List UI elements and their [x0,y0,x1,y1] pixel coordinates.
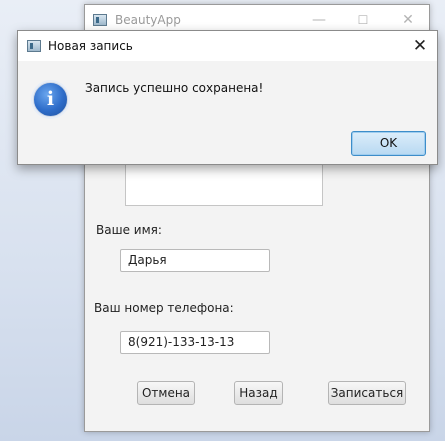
information-icon: i [33,82,68,117]
close-icon[interactable]: ✕ [398,11,418,29]
cancel-button[interactable]: Отмена [137,381,195,405]
dialog-close-icon[interactable]: ✕ [409,35,431,57]
minimize-icon[interactable]: — [309,11,329,29]
back-button[interactable]: Назад [234,381,283,405]
dialog-title: Новая запись [48,39,133,53]
name-input[interactable]: Дарья [120,249,270,272]
info-dialog: Новая запись ✕ i Запись успешно сохранен… [17,30,438,165]
dialog-message: Запись успешно сохранена! [85,81,264,95]
dialog-titlebar[interactable]: Новая запись ✕ [18,31,437,61]
dialog-window-icon [27,40,41,52]
comment-textarea[interactable] [125,163,323,206]
main-window-title: BeautyApp [115,13,181,27]
ok-button[interactable]: OK [351,131,426,156]
submit-button[interactable]: Записаться [328,381,406,405]
phone-label: Ваш номер телефона: [94,301,234,315]
app-window-icon [93,14,107,26]
maximize-icon[interactable]: ☐ [353,11,373,29]
name-label: Ваше имя: [96,223,162,237]
phone-input[interactable]: 8(921)-133-13-13 [120,331,270,354]
